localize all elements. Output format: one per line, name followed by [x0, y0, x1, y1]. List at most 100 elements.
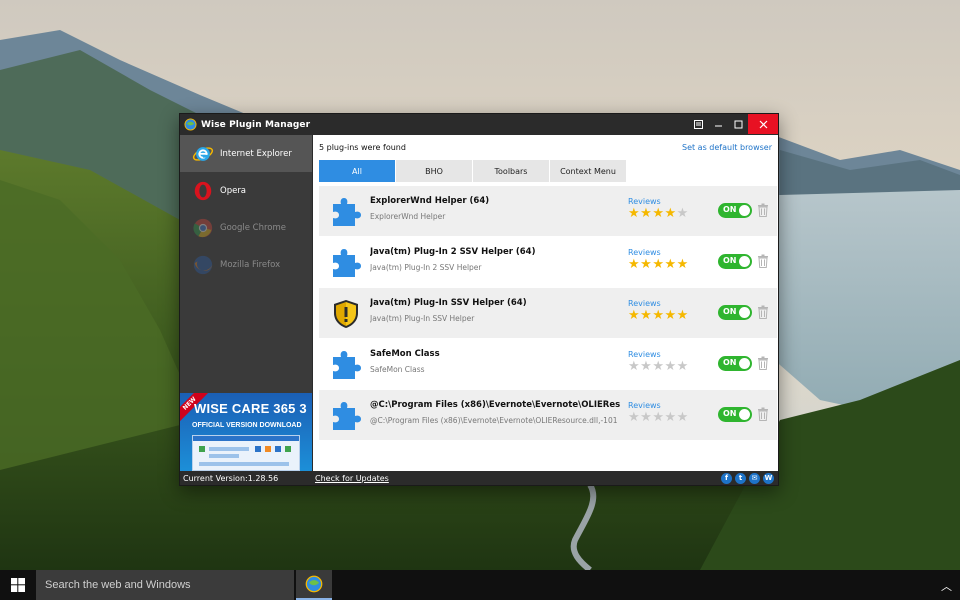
plugin-list: ExplorerWnd Helper (64) ExplorerWnd Help…: [319, 186, 777, 441]
toggle-knob: [739, 256, 750, 267]
reviews-link[interactable]: Reviews: [628, 197, 661, 206]
star-icon: ★: [664, 206, 677, 221]
sidebar-item-mozilla-firefox[interactable]: Mozilla Firefox: [180, 246, 312, 283]
star-icon: ★: [676, 359, 689, 374]
sidebar-item-internet-explorer[interactable]: Internet Explorer: [180, 135, 312, 172]
trash-icon[interactable]: [757, 305, 769, 319]
plugin-description: ExplorerWnd Helper: [370, 212, 446, 221]
sidebar-item-label: Google Chrome: [220, 222, 287, 233]
toggle-label: ON: [723, 409, 737, 418]
sidebar-item-google-chrome[interactable]: Google Chrome: [180, 209, 312, 246]
plugin-description: @C:\Program Files (x86)\Evernote\Evernot…: [370, 416, 618, 425]
plugin-row[interactable]: @C:\Program Files (x86)\Evernote\Evernot…: [319, 390, 777, 441]
plugin-enable-toggle[interactable]: ON: [718, 356, 752, 371]
toggle-knob: [739, 205, 750, 216]
star-icon: ★: [628, 257, 641, 272]
wise-app-icon: [184, 118, 197, 131]
trash-icon[interactable]: [757, 356, 769, 370]
status-bar: Current Version:1.28.56 Check for Update…: [180, 471, 778, 485]
plugin-enable-toggle[interactable]: ON: [718, 305, 752, 320]
tab-context-menu[interactable]: Context Menu: [550, 160, 626, 182]
twitter-icon[interactable]: t: [735, 473, 746, 484]
facebook-icon[interactable]: f: [721, 473, 732, 484]
toggle-label: ON: [723, 358, 737, 367]
star-icon: ★: [640, 206, 653, 221]
taskbar-wise-plugin-manager[interactable]: [296, 570, 332, 600]
email-icon[interactable]: ✉: [749, 473, 760, 484]
panel-header: 5 plug-ins were found Set as default bro…: [313, 135, 778, 160]
star-icon: ★: [664, 257, 677, 272]
tab-toolbars[interactable]: Toolbars: [473, 160, 549, 182]
toggle-label: ON: [723, 307, 737, 316]
star-icon: ★: [640, 410, 653, 425]
puzzle-icon: [333, 249, 361, 277]
sidebar-item-opera[interactable]: Opera: [180, 172, 312, 209]
star-rating: ★ ★ ★ ★ ★: [628, 207, 689, 221]
plugin-description: Java(tm) Plug-In SSV Helper: [370, 314, 475, 323]
warning-shield-icon: [334, 300, 358, 328]
website-icon[interactable]: W: [763, 473, 774, 484]
star-rating: ★ ★ ★ ★ ★: [628, 411, 689, 425]
star-icon: ★: [628, 206, 641, 221]
plugin-description: Java(tm) Plug-In 2 SSV Helper: [370, 263, 482, 272]
set-default-browser-link[interactable]: Set as default browser: [682, 143, 772, 152]
toggle-knob: [739, 307, 750, 318]
close-button[interactable]: [748, 114, 778, 134]
feedback-icon[interactable]: [688, 114, 708, 134]
trash-icon[interactable]: [757, 407, 769, 421]
toggle-knob: [739, 358, 750, 369]
reviews-link[interactable]: Reviews: [628, 299, 661, 308]
check-for-updates-link[interactable]: Check for Updates: [315, 474, 389, 483]
ad-subtitle: OFFICIAL VERSION DOWNLOAD: [192, 422, 302, 429]
puzzle-icon: [333, 198, 361, 226]
star-icon: ★: [640, 257, 653, 272]
wise-care-ad-banner[interactable]: NEW WISE CARE 365 3 OFFICIAL VERSION DOW…: [180, 393, 312, 471]
star-icon: ★: [652, 410, 665, 425]
plugin-row[interactable]: SafeMon Class SafeMon Class Reviews ★ ★ ★ ★…: [319, 339, 777, 390]
start-button[interactable]: [0, 570, 36, 600]
trash-icon[interactable]: [757, 203, 769, 217]
minimize-button[interactable]: [708, 114, 728, 134]
star-icon: ★: [664, 308, 677, 323]
star-icon: ★: [628, 308, 641, 323]
star-icon: ★: [640, 308, 653, 323]
reviews-link[interactable]: Reviews: [628, 350, 661, 359]
ad-title: WISE CARE 365 3: [194, 401, 307, 416]
star-rating: ★ ★ ★ ★ ★: [628, 258, 689, 272]
title-bar[interactable]: Wise Plugin Manager: [180, 114, 778, 135]
plugins-panel: 5 plug-ins were found Set as default bro…: [313, 135, 778, 471]
social-links: f t ✉ W: [721, 473, 774, 484]
reviews-link[interactable]: Reviews: [628, 401, 661, 410]
reviews-link[interactable]: Reviews: [628, 248, 661, 257]
maximize-button[interactable]: [728, 114, 748, 134]
plugins-found-count: 5 plug-ins were found: [319, 143, 406, 152]
plugin-enable-toggle[interactable]: ON: [718, 254, 752, 269]
filter-tabs: All BHO Toolbars Context Menu: [319, 160, 627, 182]
chrome-icon: [193, 218, 213, 237]
plugin-row[interactable]: Java(tm) Plug-In SSV Helper (64) Java(tm…: [319, 288, 777, 339]
firefox-icon: [193, 255, 213, 274]
internet-explorer-icon: [192, 146, 214, 161]
tab-all[interactable]: All: [319, 160, 395, 182]
plugin-name: Java(tm) Plug-In 2 SSV Helper (64): [370, 247, 536, 257]
plugin-enable-toggle[interactable]: ON: [718, 407, 752, 422]
plugin-enable-toggle[interactable]: ON: [718, 203, 752, 218]
star-icon: ★: [676, 257, 689, 272]
plugin-name: Java(tm) Plug-In SSV Helper (64): [370, 298, 527, 308]
plugin-row[interactable]: Java(tm) Plug-In 2 SSV Helper (64) Java(…: [319, 237, 777, 288]
plugin-description: SafeMon Class: [370, 365, 425, 374]
star-icon: ★: [664, 359, 677, 374]
toggle-knob: [739, 409, 750, 420]
tab-bho[interactable]: BHO: [396, 160, 472, 182]
plugin-manager-window: Wise Plugin Manager Internet Explorer Op…: [179, 113, 779, 486]
puzzle-icon: [333, 402, 361, 430]
opera-icon: [194, 181, 212, 200]
toggle-label: ON: [723, 256, 737, 265]
puzzle-icon: [333, 351, 361, 379]
trash-icon[interactable]: [757, 254, 769, 268]
taskbar-search-input[interactable]: Search the web and Windows: [36, 570, 294, 600]
plugin-row[interactable]: ExplorerWnd Helper (64) ExplorerWnd Help…: [319, 186, 777, 237]
plugin-name: @C:\Program Files (x86)\Evernote\Evernot…: [370, 400, 620, 410]
window-controls: [688, 114, 778, 134]
tray-chevron-up-icon[interactable]: ︿: [941, 578, 952, 594]
